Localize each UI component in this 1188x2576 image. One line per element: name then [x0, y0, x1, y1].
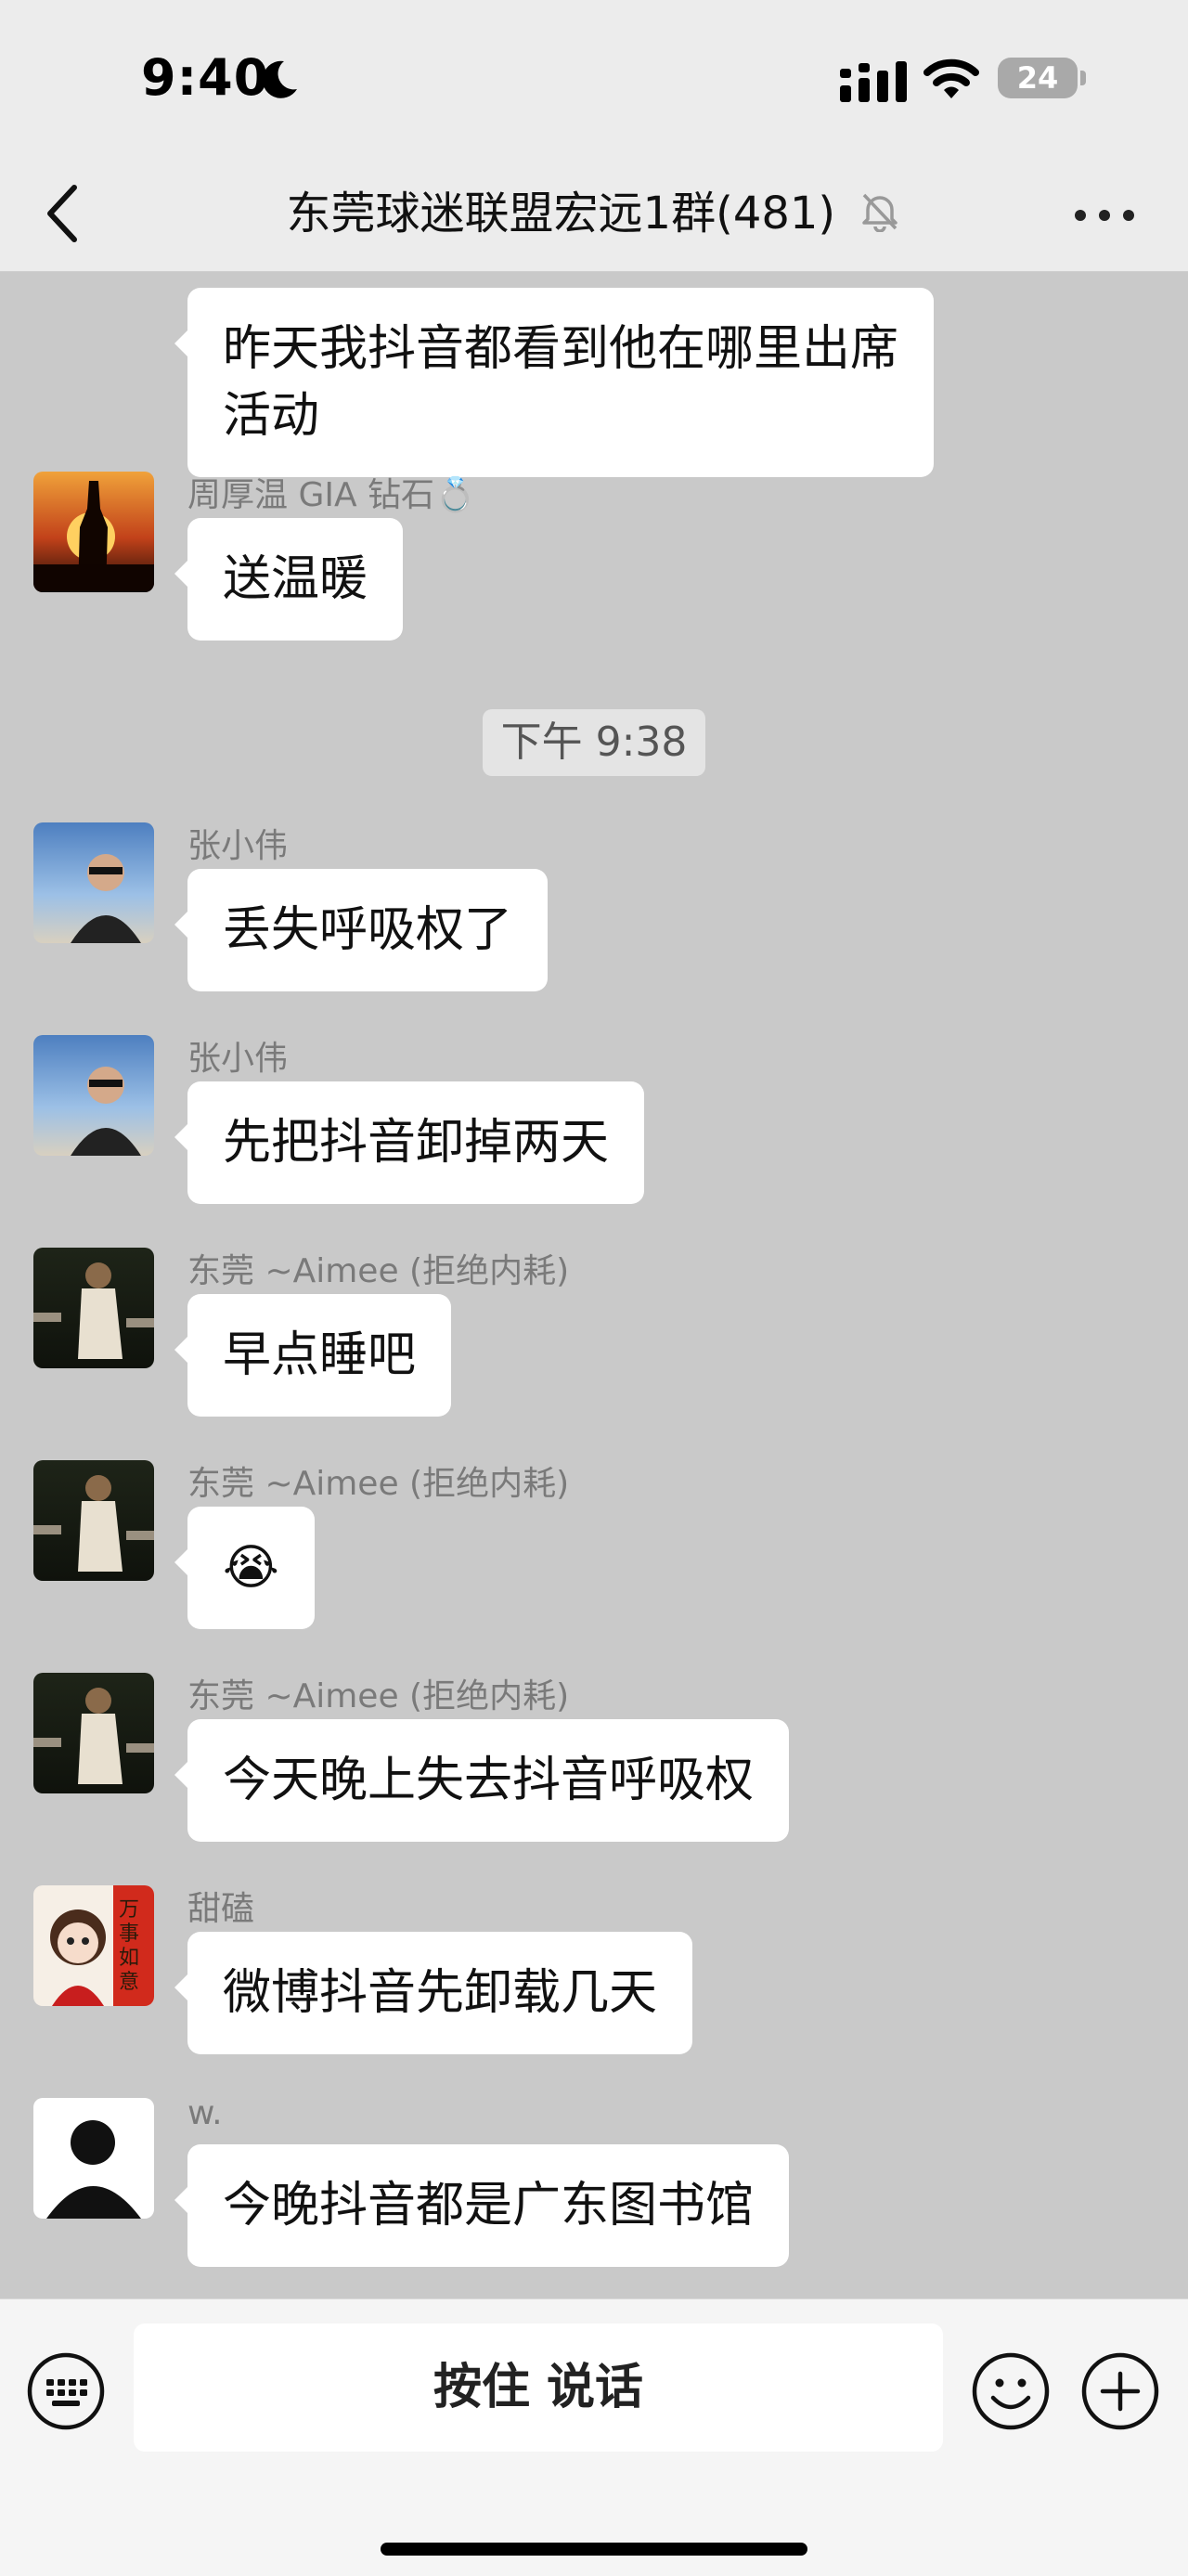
hold-to-talk-button[interactable]: 按住 说话	[134, 2324, 943, 2452]
sender-name: 张小伟	[187, 827, 289, 865]
avatar[interactable]	[33, 2098, 154, 2219]
person-photo-icon	[33, 1262, 154, 1359]
message-bubble[interactable]: 昨天我抖音都看到他在哪里出席 活动	[174, 288, 935, 477]
sender-name: 甜磕	[187, 1890, 255, 1928]
battery-indicator: 24	[998, 58, 1078, 98]
message-text-line: 昨天我抖音都看到他在哪里出席	[223, 321, 899, 377]
more-options-icon[interactable]	[1067, 188, 1142, 243]
home-indicator	[381, 2543, 807, 2556]
cellular-signal-icon	[840, 61, 907, 102]
silhouette-icon	[46, 2120, 141, 2219]
person-photo-icon	[71, 854, 141, 943]
person-photo-icon	[71, 1067, 141, 1156]
message-bubble[interactable]: 微博抖音先卸载几天	[174, 1932, 693, 2054]
avatar[interactable]	[33, 1673, 154, 1793]
avatar-caption: 万事如意	[119, 1898, 140, 1994]
sender-name: w.	[187, 2094, 223, 2132]
status-bar: 9:40 24	[0, 0, 1188, 158]
message-bubble[interactable]: 今晚抖音都是广东图书馆	[174, 2144, 790, 2267]
message-bubble[interactable]: 丢失呼吸权了	[174, 869, 549, 991]
plus-icon[interactable]	[1080, 2351, 1160, 2431]
chat-title: 东莞球迷联盟宏远1群(481)	[0, 184, 1188, 243]
emoji-icon[interactable]	[971, 2351, 1051, 2431]
message-text-line: 活动	[223, 388, 320, 444]
input-bar: 按住 说话	[0, 2298, 1188, 2576]
sender-name: 周厚温 GIA 钻石💍	[187, 476, 476, 514]
message-bubble[interactable]: 😭	[174, 1507, 315, 1629]
keyboard-icon[interactable]	[26, 2351, 106, 2431]
avatar[interactable]	[33, 1460, 154, 1581]
sender-name: 东莞 ~Aimee (拒绝内耗)	[187, 1465, 570, 1503]
top-header: 9:40 24 东莞球迷联盟宏远1群(481)	[0, 0, 1188, 272]
message-bubble[interactable]: 送温暖	[174, 518, 404, 641]
avatar[interactable]	[33, 1035, 154, 1156]
sender-name: 张小伟	[187, 1040, 289, 1078]
person-photo-icon	[33, 1475, 154, 1572]
avatar[interactable]: 万事如意	[33, 1885, 154, 2006]
sunset-silhouette-icon	[33, 481, 154, 592]
avatar[interactable]	[33, 1248, 154, 1368]
battery-nub	[1080, 71, 1086, 85]
person-photo-icon	[33, 1688, 154, 1784]
chat-title-text: 东莞球迷联盟宏远1群(481)	[286, 188, 836, 239]
message-bubble[interactable]: 早点睡吧	[174, 1294, 452, 1417]
sender-name: 东莞 ~Aimee (拒绝内耗)	[187, 1252, 570, 1290]
moon-icon	[262, 60, 297, 98]
time-divider: 下午 9:38	[483, 709, 705, 776]
message-bubble[interactable]: 先把抖音卸掉两天	[174, 1081, 645, 1204]
message-list[interactable]: 昨天我抖音都看到他在哪里出席 活动 周厚温 GIA 钻石💍 送温暖 下午 9:3…	[0, 271, 1188, 2298]
status-time: 9:40	[141, 48, 270, 107]
muted-bell-icon	[862, 193, 898, 232]
message-bubble[interactable]: 今天晚上失去抖音呼吸权	[174, 1719, 790, 1842]
wifi-icon	[923, 58, 979, 98]
avatar[interactable]	[33, 472, 154, 592]
sender-name: 东莞 ~Aimee (拒绝内耗)	[187, 1677, 570, 1715]
nav-bar: 东莞球迷联盟宏远1群(481)	[0, 158, 1188, 271]
avatar[interactable]	[33, 822, 154, 943]
